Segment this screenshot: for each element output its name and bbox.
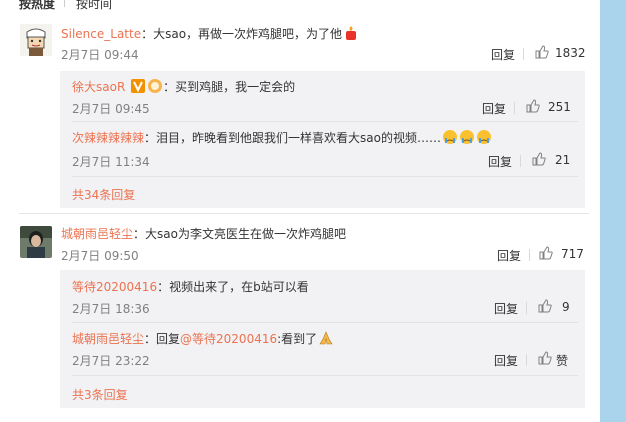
like-count: 21 [555, 153, 571, 167]
reply-button[interactable]: 回复 [491, 46, 515, 63]
action-divider [523, 48, 524, 60]
thumb-up-icon[interactable] [538, 351, 552, 365]
reply-username[interactable]: 次辣辣辣辣辣 [72, 131, 144, 145]
fan-badge-icon [148, 79, 163, 93]
reply-button[interactable]: 回复 [488, 153, 512, 170]
reply-divider [72, 375, 578, 376]
mention-link[interactable]: @等待20200416 [180, 332, 277, 346]
reply-divider [72, 121, 578, 122]
avatar[interactable] [20, 226, 52, 258]
action-divider [514, 102, 515, 114]
pray-emoji-icon [319, 331, 333, 345]
crying-emoji-icon [459, 130, 474, 144]
reply-text: 等待20200416：视频出来了，在b站可以看 [72, 280, 309, 294]
candle-emoji-icon [346, 26, 357, 40]
reply-text: 徐大saoR ：买到鸡腿，我一定会的 [72, 79, 296, 94]
sort-separator [64, 0, 65, 7]
reply-username[interactable]: 等待20200416 [72, 280, 157, 294]
thumb-up-icon[interactable] [535, 45, 549, 59]
crying-emoji-icon [476, 130, 491, 144]
like-count: 251 [548, 100, 571, 114]
reply-time: 2月7日 23:22 [72, 354, 150, 368]
reply-text: 城朝雨邑轻尘：回复@等待20200416:看到了 [72, 330, 334, 347]
reply-button[interactable]: 回复 [494, 352, 518, 369]
crying-emoji-icon [442, 130, 457, 144]
reply-time: 2月7日 09:45 [72, 102, 150, 116]
comment-text: 城朝雨邑轻尘：大sao为李文亮医生在做一次炸鸡腿吧 [61, 227, 346, 241]
comment-time: 2月7日 09:44 [61, 48, 139, 62]
thumb-up-icon[interactable] [532, 152, 546, 166]
reply-text: 次辣辣辣辣辣：泪目，昨晚看到他跟我们一样喜欢看大sao的视频…… [72, 129, 492, 146]
action-divider [526, 354, 527, 366]
v-badge-icon [131, 79, 146, 93]
comment-username[interactable]: Silence_Latte [61, 27, 141, 41]
avatar-photo-icon [20, 226, 52, 258]
reply-divider [72, 322, 578, 323]
reply-button[interactable]: 回复 [482, 100, 506, 117]
page-background-strip [600, 0, 626, 422]
reply-time: 2月7日 18:36 [72, 302, 150, 316]
action-divider [526, 302, 527, 314]
thumb-up-icon[interactable] [526, 99, 540, 113]
action-divider [520, 155, 521, 167]
like-count: 717 [561, 247, 584, 261]
reply-divider [72, 176, 578, 177]
action-divider [529, 249, 530, 261]
sort-by-time[interactable]: 按时间 [76, 0, 112, 12]
comment-username[interactable]: 城朝雨邑轻尘 [61, 227, 133, 241]
like-count: 赞 [556, 354, 569, 368]
reply-username[interactable]: 城朝雨邑轻尘 [72, 332, 144, 346]
thumb-up-icon[interactable] [538, 299, 552, 313]
thumb-up-icon[interactable] [539, 246, 553, 260]
like-count: 9 [562, 300, 570, 314]
reply-time: 2月7日 11:34 [72, 155, 150, 169]
reply-username[interactable]: 徐大saoR [72, 80, 125, 94]
comment-divider [19, 213, 589, 214]
more-replies-link[interactable]: 共3条回复 [72, 386, 128, 403]
like-count: 1832 [555, 46, 586, 60]
sort-bar: 按热度 按时间 [0, 0, 600, 11]
comment-text: Silence_Latte：大sao，再做一次炸鸡腿吧，为了他 [61, 25, 359, 42]
avatar[interactable] [20, 24, 52, 56]
reply-button[interactable]: 回复 [494, 300, 518, 317]
more-replies-link[interactable]: 共34条回复 [72, 186, 135, 203]
avatar-cartoon-icon [20, 24, 52, 56]
comment-time: 2月7日 09:50 [61, 249, 139, 263]
reply-button[interactable]: 回复 [497, 247, 521, 264]
sort-by-hot[interactable]: 按热度 [19, 0, 55, 12]
